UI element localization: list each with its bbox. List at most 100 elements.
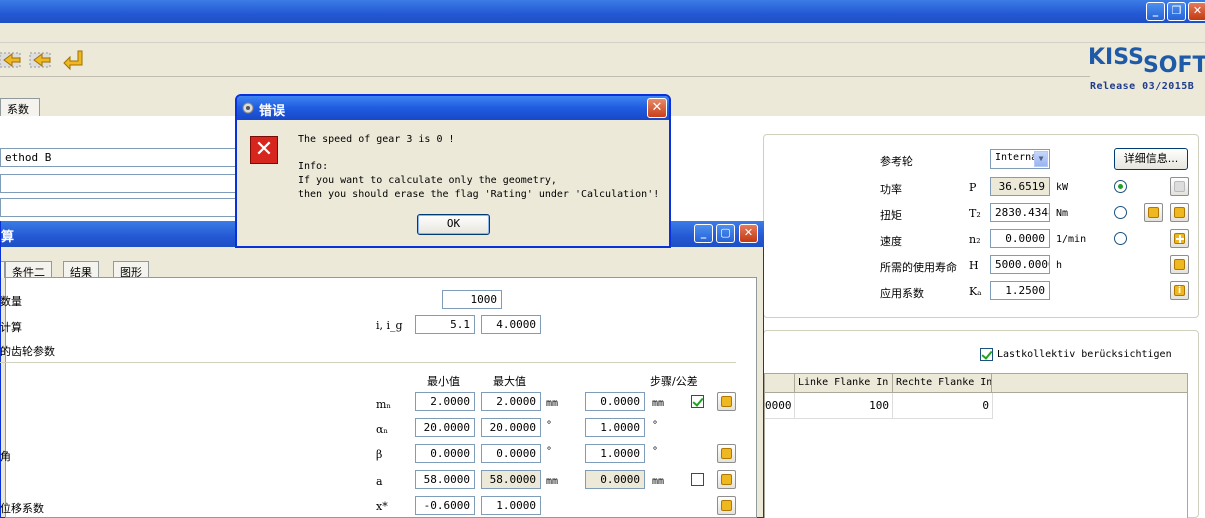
helix-angle-max-field[interactable]: 0.0000 xyxy=(481,444,541,463)
ratio-symbol: i, i_g xyxy=(376,319,403,332)
arrow-swap-icon xyxy=(1174,207,1185,218)
blank-field-2[interactable] xyxy=(0,198,240,217)
helix-angle-step-unit: ° xyxy=(652,446,659,457)
table-cell[interactable]: 100 xyxy=(795,393,893,419)
torque-apply-button[interactable] xyxy=(1144,203,1163,222)
table-body: 0000 100 0 xyxy=(764,393,1188,518)
power-radio[interactable] xyxy=(1114,180,1127,193)
torque-unit: Nm xyxy=(1056,208,1069,219)
helix-angle-label: 角 xyxy=(0,450,11,463)
profile-shift-symbol: x* xyxy=(376,500,388,513)
calculation-window: 算 _ ▢ ✕ 条件二 结果 图形 xyxy=(0,221,764,518)
center-distance-min-field[interactable]: 58.0000 xyxy=(415,470,475,489)
ratio-gear-field[interactable]: 4.0000 xyxy=(481,315,541,334)
center-distance-symbol: a xyxy=(376,475,383,488)
torque-field[interactable]: 2830.4348 xyxy=(990,203,1050,222)
step-header: 步骤/公差 xyxy=(650,375,698,388)
power-apply-button[interactable] xyxy=(1170,177,1189,196)
helix-angle-symbol: β xyxy=(376,448,383,461)
module-step-unit: mm xyxy=(652,398,665,409)
speed-radio[interactable] xyxy=(1114,232,1127,245)
module-max-field[interactable]: 2.0000 xyxy=(481,392,541,411)
lifetime-apply-button[interactable] xyxy=(1170,255,1189,274)
speed-plus-button[interactable] xyxy=(1170,229,1189,248)
center-distance-step-unit: mm xyxy=(652,476,665,487)
speed-symbol: n₂ xyxy=(969,233,981,246)
pressure-angle-step-unit: ° xyxy=(652,420,659,431)
arrow-left-icon xyxy=(1174,259,1185,270)
arrow-left-icon xyxy=(721,500,732,511)
ref-gear-select[interactable]: Interna ▼ xyxy=(990,149,1050,169)
tab-graphics[interactable]: 图形 xyxy=(113,261,149,279)
profile-shift-max-field[interactable]: 1.0000 xyxy=(481,496,541,515)
info-icon: i xyxy=(1174,285,1185,296)
helix-angle-min-field[interactable]: 0.0000 xyxy=(415,444,475,463)
pressure-angle-step-field[interactable]: 1.0000 xyxy=(585,418,645,437)
ref-gear-label: 参考轮 xyxy=(880,155,913,168)
module-step-field[interactable]: 0.0000 xyxy=(585,392,645,411)
arrow-left-icon xyxy=(1174,181,1185,192)
module-checkbox[interactable] xyxy=(691,395,704,408)
ratio-field[interactable]: 5.1 xyxy=(415,315,475,334)
arrow-replace-icon[interactable] xyxy=(29,52,51,68)
helix-angle-apply-button[interactable] xyxy=(717,444,736,463)
module-min-field[interactable]: 2.0000 xyxy=(415,392,475,411)
pressure-angle-min-field[interactable]: 20.0000 xyxy=(415,418,475,437)
power-label: 功率 xyxy=(880,183,902,196)
profile-shift-min-field[interactable]: -0.6000 xyxy=(415,496,475,515)
load-spectrum-checkbox[interactable] xyxy=(980,348,993,361)
menu-bar xyxy=(0,23,1205,43)
center-distance-checkbox[interactable] xyxy=(691,473,704,486)
details-button[interactable]: 详细信息... xyxy=(1114,148,1188,170)
speed-label: 速度 xyxy=(880,235,902,248)
pressure-angle-symbol: αₙ xyxy=(376,423,389,436)
speed-field[interactable]: 0.0000 xyxy=(990,229,1050,248)
tab-coefficients[interactable]: 系数 xyxy=(0,98,40,116)
module-unit: mm xyxy=(546,398,559,409)
calc-maximize-button[interactable]: ▢ xyxy=(716,224,735,243)
arrow-return-icon[interactable] xyxy=(63,50,83,71)
info-button[interactable]: i xyxy=(1170,281,1189,300)
center-distance-max-field[interactable]: 58.0000 xyxy=(481,470,541,489)
restore-button[interactable]: ❐ xyxy=(1167,2,1186,21)
ok-button[interactable]: OK xyxy=(417,214,490,235)
error-dialog-title: 错误 xyxy=(259,104,286,119)
arrow-left-icon xyxy=(721,448,732,459)
minimize-button[interactable]: _ xyxy=(1146,2,1165,21)
main-title-bar: _ ❐ ✕ xyxy=(0,0,1205,23)
helix-angle-step-field[interactable]: 1.0000 xyxy=(585,444,645,463)
module-apply-button[interactable] xyxy=(717,392,736,411)
application-factor-label: 应用系数 xyxy=(880,287,924,300)
lifetime-field[interactable]: 5000.0000 xyxy=(990,255,1050,274)
tab-condition-2[interactable]: 条件二 xyxy=(5,261,52,279)
power-field[interactable]: 36.6519 xyxy=(990,177,1050,196)
arrow-left-icon xyxy=(721,474,732,485)
arrow-back-icon[interactable] xyxy=(0,52,21,68)
torque-swap-button[interactable] xyxy=(1170,203,1189,222)
module-symbol: mₙ xyxy=(376,398,392,411)
error-dialog-close-button[interactable]: ✕ xyxy=(647,98,667,118)
lifetime-label: 所需的使用寿命 xyxy=(880,261,957,274)
torque-radio[interactable] xyxy=(1114,206,1127,219)
profile-shift-apply-button[interactable] xyxy=(717,496,736,515)
blank-field-1[interactable] xyxy=(0,174,240,193)
calc-minimize-button[interactable]: _ xyxy=(694,224,713,243)
pressure-angle-unit: ° xyxy=(546,420,553,431)
calc-close-button[interactable]: ✕ xyxy=(739,224,758,243)
gear-icon xyxy=(242,102,254,114)
ref-gear-value: Interna xyxy=(995,152,1038,163)
application-factor-field[interactable]: 1.2500 xyxy=(990,281,1050,300)
kisssoft-logo: KISSSOFT xyxy=(1088,45,1205,78)
close-button[interactable]: ✕ xyxy=(1188,2,1205,21)
center-distance-step-field[interactable]: 0.0000 xyxy=(585,470,645,489)
tab-results[interactable]: 结果 xyxy=(63,261,99,279)
table-cell[interactable]: 0000 xyxy=(765,393,795,419)
table-cell[interactable]: 0 xyxy=(893,393,993,419)
method-field[interactable]: ethod B xyxy=(0,148,240,167)
quantity-field[interactable]: 1000 xyxy=(442,290,502,309)
chevron-down-icon[interactable]: ▼ xyxy=(1034,151,1048,167)
application-factor-symbol: Kₐ xyxy=(969,285,982,298)
center-distance-apply-button[interactable] xyxy=(717,470,736,489)
power-symbol: P xyxy=(969,181,977,194)
pressure-angle-max-field[interactable]: 20.0000 xyxy=(481,418,541,437)
